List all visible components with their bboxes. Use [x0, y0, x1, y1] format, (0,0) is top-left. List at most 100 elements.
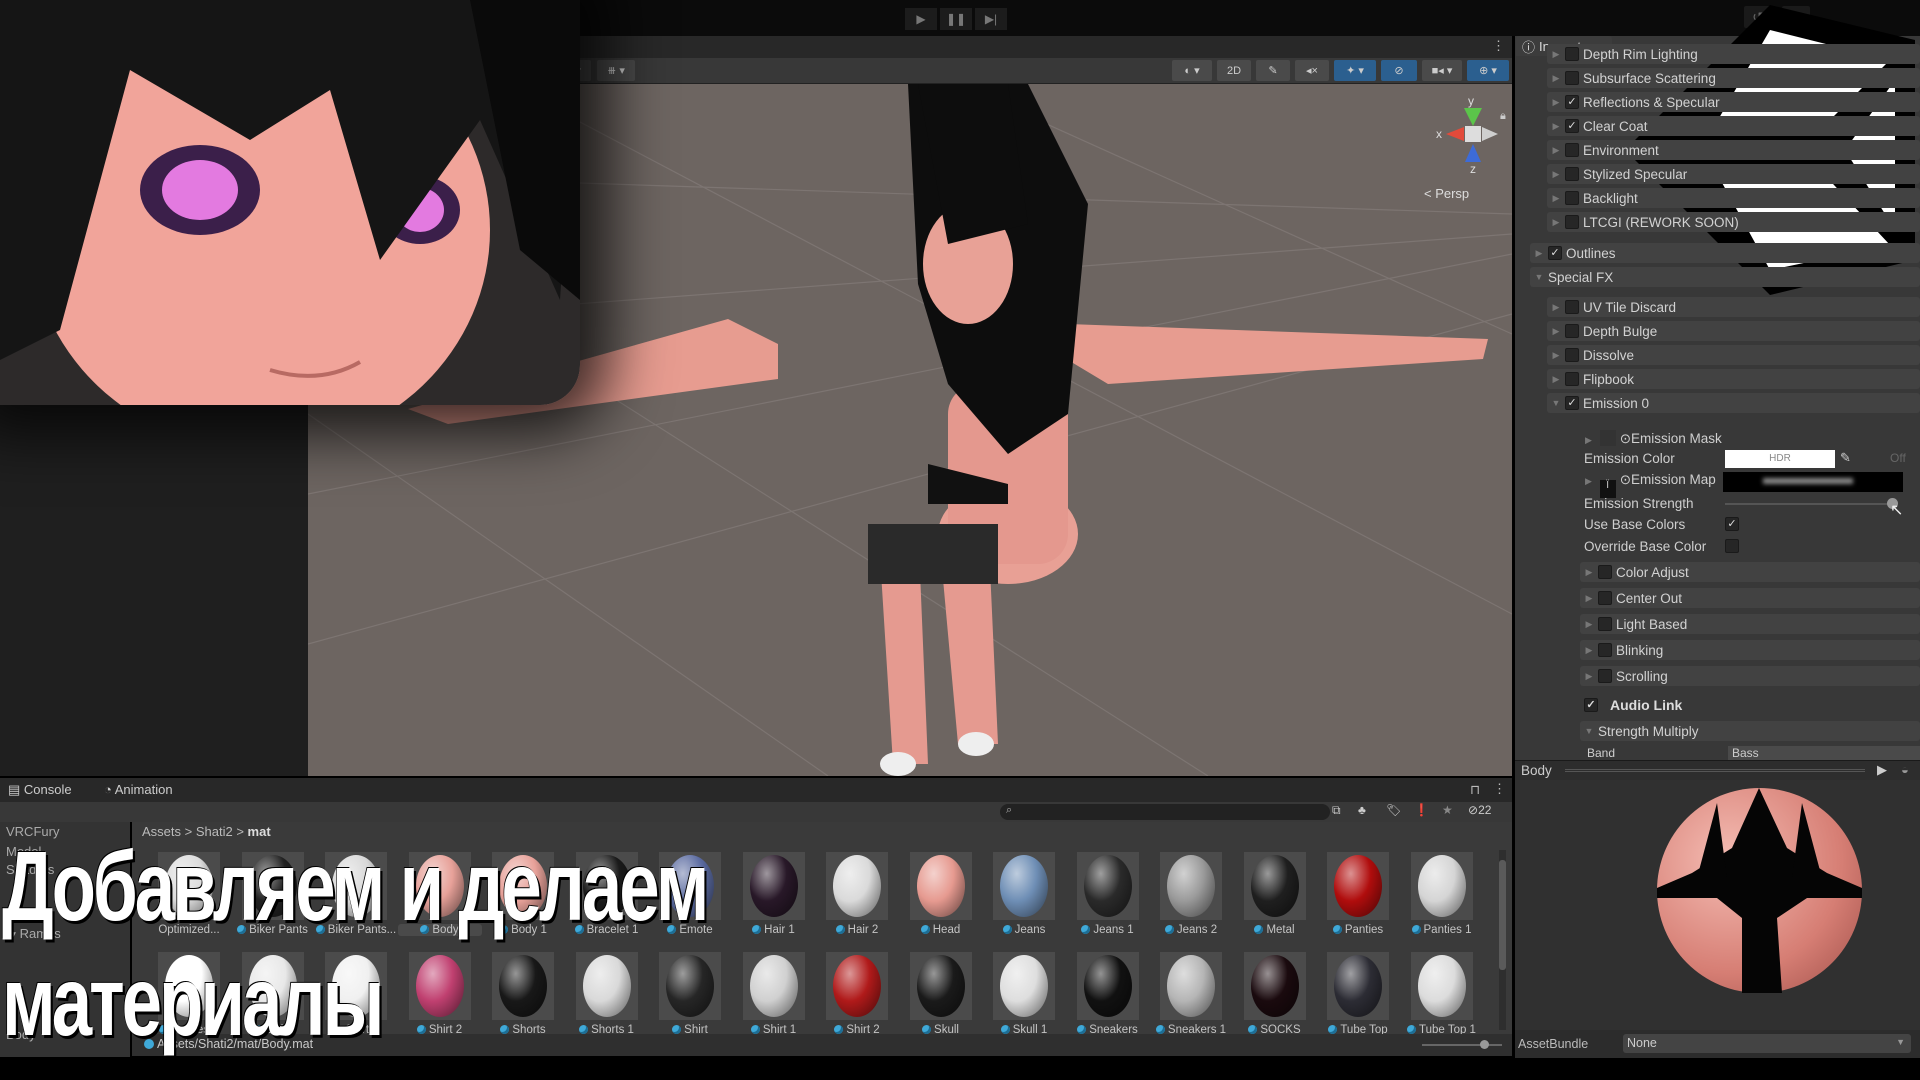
use-base-colors-checkbox[interactable]: ✓	[1725, 517, 1739, 531]
gizmo-x-cone[interactable]	[1446, 127, 1464, 141]
foldout-collapsed-icon[interactable]: ▶	[1547, 169, 1565, 180]
foldout-collapsed-icon[interactable]: ▶	[1547, 193, 1565, 204]
foldout-collapsed-icon[interactable]: ▶	[1547, 217, 1565, 228]
lock-icon[interactable]: 🔒︎	[1500, 110, 1506, 123]
foldout-collapsed-icon[interactable]: ▶	[1530, 248, 1548, 259]
preview-drag-handle[interactable]	[1565, 769, 1865, 772]
shading-mode-dropdown[interactable]: ◐ ▾	[1172, 60, 1212, 81]
emission-off-toggle[interactable]: Off	[1890, 451, 1906, 465]
foldout-collapsed-icon[interactable]: ▶	[1580, 671, 1598, 682]
band-dropdown[interactable]: Bass	[1728, 746, 1920, 760]
section-checkbox[interactable]: ✓	[1548, 246, 1562, 260]
foldout-collapsed-icon[interactable]: ▶	[1547, 49, 1565, 60]
foldout-collapsed-icon[interactable]: ▶	[1580, 619, 1598, 630]
section-clear-coat[interactable]: ▶ ✓ Clear Coat	[1547, 116, 1920, 136]
favorites-star-icon[interactable]: ★	[1442, 803, 1453, 817]
panel-menu-icon[interactable]: ⋮	[1493, 781, 1506, 797]
orientation-gizmo[interactable]: y x z 🔒︎	[1436, 94, 1508, 184]
slider-thumb[interactable]	[1480, 1040, 1489, 1049]
tab-animation[interactable]: ◔ Animation	[104, 782, 173, 797]
preview-play-icon[interactable]: ▶	[1877, 762, 1887, 778]
search-by-type-icon[interactable]: ⧉	[1332, 803, 1341, 818]
foldout-collapsed-icon[interactable]: ▶	[1547, 326, 1565, 337]
section-checkbox[interactable]	[1565, 300, 1579, 314]
foldout-collapsed-icon[interactable]: ▶	[1547, 302, 1565, 313]
section-outlines[interactable]: ▶ ✓ Outlines	[1530, 243, 1920, 263]
section-backlight[interactable]: ▶ Backlight	[1547, 188, 1920, 208]
pause-button[interactable]: ❚❚	[940, 8, 972, 30]
audio-link-toggle[interactable]: ✓ Audio Link	[1584, 697, 1682, 713]
foldout-collapsed-icon[interactable]: ▶	[1580, 593, 1598, 604]
foldout-collapsed-icon[interactable]: ▶	[1580, 645, 1598, 656]
project-search-input[interactable]: ⌕	[1000, 804, 1330, 820]
section-checkbox[interactable]	[1598, 617, 1612, 631]
material-item[interactable]: Shirt 2	[398, 952, 482, 1042]
section-checkbox[interactable]	[1598, 669, 1612, 683]
section-color-adjust[interactable]: ▶ Color Adjust	[1580, 562, 1920, 582]
emission-mask-field[interactable]: ▶ ⊙Emission Mask	[1585, 430, 1722, 447]
section-scrolling[interactable]: ▶ Scrolling	[1580, 666, 1920, 686]
audio-link-checkbox[interactable]: ✓	[1584, 698, 1598, 712]
foldout-collapsed-icon[interactable]: ▶	[1585, 476, 1592, 486]
section-strength-multiply[interactable]: ▼ Strength Multiply	[1580, 721, 1920, 741]
foldout-expanded-icon[interactable]: ▼	[1580, 726, 1598, 736]
section-checkbox[interactable]	[1598, 643, 1612, 657]
section-checkbox[interactable]: ✓	[1565, 95, 1579, 109]
foldout-collapsed-icon[interactable]: ▶	[1547, 121, 1565, 132]
section-blinking[interactable]: ▶ Blinking	[1580, 640, 1920, 660]
icon-size-slider[interactable]	[1422, 1040, 1502, 1049]
emission-map-field[interactable]: ▶ Ϊ ⊙Emission Map	[1585, 472, 1716, 498]
material-item[interactable]: Sneakers	[1066, 952, 1150, 1042]
gizmo-neg-x-cone[interactable]	[1482, 127, 1498, 141]
foldout-collapsed-icon[interactable]: ▶	[1547, 97, 1565, 108]
section-subsurface-scattering[interactable]: ▶ Subsurface Scattering	[1547, 68, 1920, 88]
texture-slot[interactable]	[1599, 430, 1616, 446]
foldout-collapsed-icon[interactable]: ▶	[1585, 435, 1592, 445]
material-item[interactable]: Shirt 2	[815, 952, 899, 1042]
material-item[interactable]: Tube Top 1	[1400, 952, 1484, 1042]
emission-color-field[interactable]: HDR	[1725, 450, 1835, 468]
section-checkbox[interactable]	[1565, 348, 1579, 362]
gizmos-dropdown[interactable]: ⊕ ▾	[1467, 60, 1509, 81]
eyedropper-icon[interactable]: ✎	[1840, 450, 1851, 466]
foldout-collapsed-icon[interactable]: ▶	[1547, 374, 1565, 385]
camera-settings-dropdown[interactable]: ■◂ ▾	[1422, 60, 1462, 81]
audio-toggle[interactable]: ◂×	[1295, 60, 1329, 81]
scene-visibility-toggle[interactable]: ⊘	[1381, 60, 1417, 81]
play-button[interactable]: ▶	[905, 8, 937, 30]
material-item[interactable]: Shirt	[648, 952, 732, 1042]
section-center-out[interactable]: ▶ Center Out	[1580, 588, 1920, 608]
material-item[interactable]: Panties	[1316, 852, 1400, 942]
section-checkbox[interactable]	[1565, 143, 1579, 157]
section-checkbox[interactable]	[1565, 167, 1579, 181]
material-item[interactable]: Shorts 1	[565, 952, 649, 1042]
section-checkbox[interactable]	[1565, 71, 1579, 85]
section-emission-0[interactable]: ▼ ✓ Emission 0	[1547, 393, 1920, 413]
section-dissolve[interactable]: ▶ Dissolve	[1547, 345, 1920, 365]
scene-tab-menu-icon[interactable]: ⋮	[1492, 38, 1505, 54]
gizmo-y-cone[interactable]	[1464, 108, 1482, 126]
section-stylized-specular[interactable]: ▶ Stylized Specular	[1547, 164, 1920, 184]
section-checkbox[interactable]	[1598, 591, 1612, 605]
material-item[interactable]: Hair 1	[732, 852, 816, 942]
material-item[interactable]: Head	[899, 852, 983, 942]
preview-header[interactable]: Body ▶ ◒	[1515, 760, 1920, 780]
preview-sphere-icon[interactable]: ◒	[1901, 762, 1909, 777]
section-light-based[interactable]: ▶ Light Based	[1580, 614, 1920, 634]
section-checkbox[interactable]: ✓	[1565, 119, 1579, 133]
section-checkbox[interactable]	[1565, 191, 1579, 205]
material-item[interactable]: Jeans 2	[1149, 852, 1233, 942]
assetbundle-dropdown[interactable]: None ▼	[1623, 1034, 1911, 1053]
gizmo-center-cube[interactable]	[1465, 126, 1481, 142]
section-special-fx[interactable]: ▼ Special FX	[1530, 267, 1920, 287]
section-checkbox[interactable]	[1565, 215, 1579, 229]
material-preview[interactable]	[1515, 780, 1920, 1030]
section-checkbox[interactable]	[1565, 372, 1579, 386]
emission-strength-slider[interactable]	[1725, 498, 1898, 509]
foldout-collapsed-icon[interactable]: ▶	[1547, 350, 1565, 361]
hidden-packages-toggle[interactable]: ⊘22	[1468, 803, 1491, 817]
section-depth-bulge[interactable]: ▶ Depth Bulge	[1547, 321, 1920, 341]
section-depth-rim-lighting[interactable]: ▶ Depth Rim Lighting	[1547, 44, 1920, 64]
2d-toggle[interactable]: 2D	[1217, 60, 1251, 81]
lighting-toggle[interactable]: ✎	[1256, 60, 1290, 81]
